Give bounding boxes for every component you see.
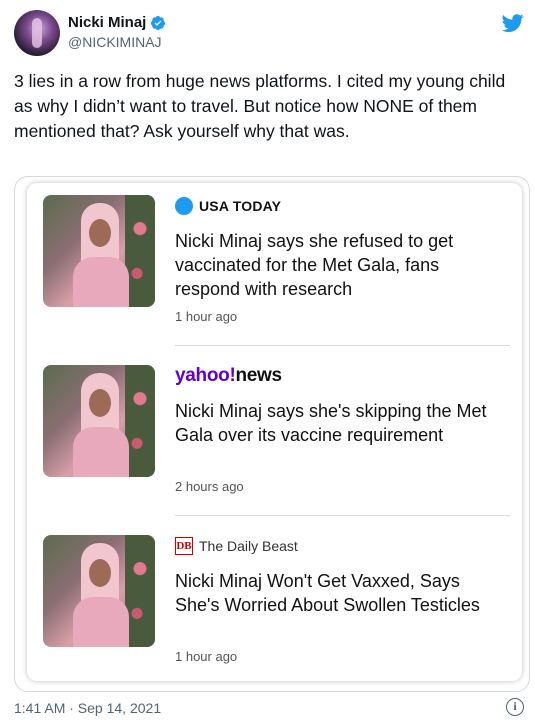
daily-beast-logo-icon: DB: [175, 537, 193, 555]
article-time: 2 hours ago: [175, 479, 244, 494]
yahoo-news-logo: yahoo!news: [175, 365, 282, 386]
source-label: The Daily Beast: [199, 538, 298, 554]
tweet-footer: 1:41 AM · Sep 14, 2021 i: [14, 698, 524, 716]
article-headline[interactable]: Nicki Minaj Won't Get Vaxxed, Says She's…: [175, 569, 495, 617]
display-name[interactable]: Nicki Minaj: [68, 14, 146, 31]
article-time: 1 hour ago: [175, 649, 238, 664]
media-card[interactable]: USA TODAY Nicki Minaj says she refused t…: [14, 176, 530, 692]
screenshot-panel: USA TODAY Nicki Minaj says she refused t…: [27, 183, 522, 681]
user-info: Nicki Minaj @NICKIMINAJ: [68, 14, 166, 50]
user-handle[interactable]: @NICKIMINAJ: [68, 34, 166, 50]
article-usa-today[interactable]: USA TODAY Nicki Minaj says she refused t…: [27, 183, 522, 351]
article-thumbnail: [43, 535, 155, 647]
article-time: 1 hour ago: [175, 309, 238, 324]
divider: [175, 515, 510, 516]
info-icon[interactable]: i: [506, 698, 524, 716]
source-daily-beast: DB The Daily Beast: [175, 537, 298, 555]
twitter-bird-icon[interactable]: [502, 12, 524, 34]
article-yahoo-news[interactable]: yahoo!news Nicki Minaj says she's skippi…: [27, 353, 522, 521]
verified-badge-icon: [151, 15, 166, 30]
source-label: USA TODAY: [199, 198, 282, 214]
source-usa-today: USA TODAY: [175, 197, 281, 215]
article-thumbnail: [43, 365, 155, 477]
tweet-header: Nicki Minaj @NICKIMINAJ: [14, 10, 524, 62]
tweet-timestamp[interactable]: 1:41 AM · Sep 14, 2021: [14, 700, 161, 716]
usa-today-logo-icon: [175, 197, 193, 215]
article-headline[interactable]: Nicki Minaj says she refused to get vacc…: [175, 229, 495, 301]
article-thumbnail: [43, 195, 155, 307]
article-daily-beast[interactable]: DB The Daily Beast Nicki Minaj Won't Get…: [27, 523, 522, 691]
tweet-text: 3 lies in a row from huge news platforms…: [14, 71, 506, 141]
avatar[interactable]: [14, 10, 60, 56]
article-headline[interactable]: Nicki Minaj says she's skipping the Met …: [175, 399, 495, 447]
divider: [175, 345, 510, 346]
name-row: Nicki Minaj: [68, 14, 166, 31]
source-yahoo-news: yahoo!news: [175, 365, 282, 387]
